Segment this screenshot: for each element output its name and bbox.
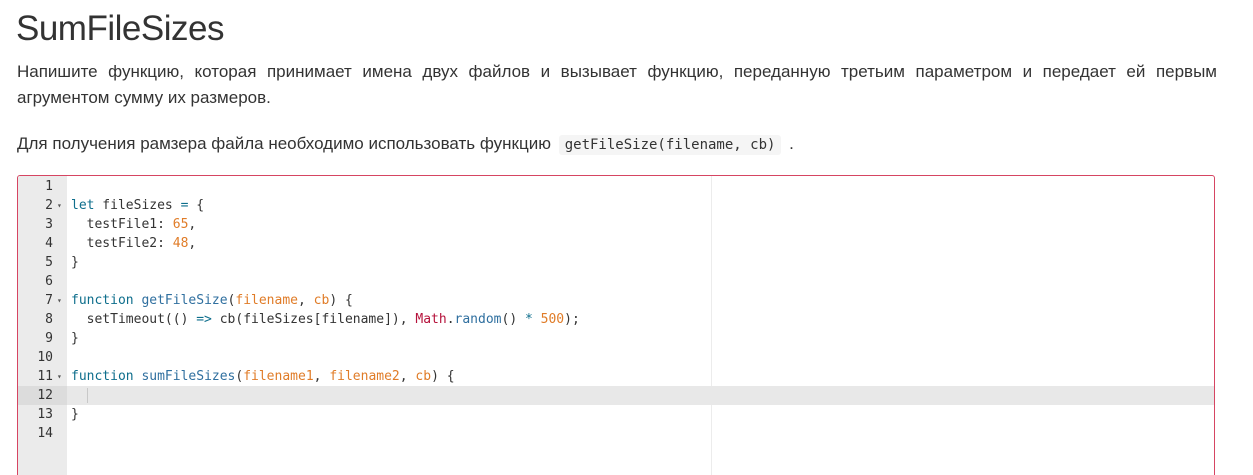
hint-text: Для получения рамзера файла необходимо и… bbox=[17, 134, 551, 153]
line-number: 4 bbox=[45, 236, 53, 251]
code-token: function bbox=[71, 369, 134, 384]
code-line[interactable]: 1 bbox=[18, 177, 1214, 196]
code-token: testFile2: bbox=[71, 236, 173, 251]
code-line[interactable]: 9} bbox=[18, 329, 1214, 348]
line-number: 6 bbox=[45, 274, 53, 289]
code-text: } bbox=[71, 253, 79, 272]
line-number: 1 bbox=[45, 179, 53, 194]
line-number: 3 bbox=[45, 217, 53, 232]
code-text: function sumFileSizes(filename1, filenam… bbox=[71, 367, 455, 386]
code-token: filename2 bbox=[329, 369, 400, 384]
code-token: let bbox=[71, 198, 95, 213]
line-number: 14 bbox=[37, 426, 53, 441]
code-text: testFile2: 48, bbox=[71, 234, 197, 253]
code-token: ) { bbox=[329, 293, 353, 308]
fold-arrow-icon[interactable]: ▾ bbox=[57, 291, 62, 310]
code-token: filename1 bbox=[243, 369, 314, 384]
hint-end: . bbox=[789, 134, 794, 153]
line-number: 2 bbox=[45, 198, 53, 213]
code-token: } bbox=[71, 331, 79, 346]
code-token: } bbox=[71, 255, 79, 270]
code-token: * bbox=[524, 312, 533, 327]
code-editor[interactable]: 1 2 ▾ let fileSizes = {3 testFile1: 65, 4 te… bbox=[17, 175, 1215, 475]
code-line[interactable]: 13} bbox=[18, 405, 1214, 424]
fold-arrow-icon[interactable]: ▾ bbox=[57, 367, 62, 386]
code-token: cb bbox=[415, 369, 432, 384]
line-number: 7 bbox=[45, 293, 53, 308]
code-token: , bbox=[188, 236, 197, 251]
code-text bbox=[71, 386, 87, 405]
text-cursor bbox=[87, 388, 88, 403]
code-token: cb bbox=[313, 293, 330, 308]
task-description: Напишите функцию, которая принимает имен… bbox=[17, 62, 1217, 107]
task-hint: Для получения рамзера файла необходимо и… bbox=[17, 131, 794, 158]
page-title: SumFileSizes bbox=[16, 9, 224, 48]
code-text: setTimeout(() => cb(fileSizes[filename])… bbox=[71, 310, 580, 329]
code-line[interactable]: 4 testFile2: 48, bbox=[18, 234, 1214, 253]
code-token: setTimeout(() bbox=[71, 312, 197, 327]
code-token: { bbox=[188, 198, 205, 213]
code-line[interactable]: 8 setTimeout(() => cb(fileSizes[filename… bbox=[18, 310, 1214, 329]
code-line[interactable]: 14 bbox=[18, 424, 1214, 443]
code-token: function bbox=[71, 293, 134, 308]
code-line[interactable]: 5} bbox=[18, 253, 1214, 272]
code-text: let fileSizes = { bbox=[71, 196, 204, 215]
code-token: ) { bbox=[431, 369, 455, 384]
code-token: random bbox=[454, 312, 502, 327]
code-line[interactable]: 10 bbox=[18, 348, 1214, 367]
code-token: . bbox=[446, 312, 455, 327]
code-line[interactable]: 7 ▾ function getFileSize(filename, cb) { bbox=[18, 291, 1214, 310]
code-token: sumFileSizes bbox=[141, 369, 236, 384]
fold-arrow-icon[interactable]: ▾ bbox=[57, 196, 62, 215]
code-token: , bbox=[188, 217, 197, 232]
code-token: ); bbox=[564, 312, 580, 327]
code-token: 65 bbox=[172, 217, 189, 232]
code-token: } bbox=[71, 407, 79, 422]
code-line[interactable]: 12 bbox=[18, 386, 1214, 405]
code-token: , bbox=[399, 369, 416, 384]
code-token: , bbox=[298, 293, 314, 308]
code-token: testFile1: bbox=[71, 217, 173, 232]
code-token: filename bbox=[235, 293, 298, 308]
inline-code: getFileSize(filename, cb) bbox=[558, 135, 782, 155]
code-token: fileSizes bbox=[94, 198, 181, 213]
code-text: testFile1: 65, bbox=[71, 215, 197, 234]
code-text: } bbox=[71, 405, 79, 424]
line-number: 12 bbox=[37, 388, 53, 403]
code-line[interactable]: 11 ▾ function sumFileSizes(filename1, file… bbox=[18, 367, 1214, 386]
code-text: function getFileSize(filename, cb) { bbox=[71, 291, 353, 310]
line-number: 9 bbox=[45, 331, 53, 346]
line-number: 11 bbox=[37, 369, 53, 384]
line-number: 5 bbox=[45, 255, 53, 270]
line-number: 13 bbox=[37, 407, 53, 422]
code-token: getFileSize bbox=[141, 293, 228, 308]
code-line[interactable]: 2 ▾ let fileSizes = { bbox=[18, 196, 1214, 215]
code-token: 500 bbox=[540, 312, 565, 327]
code-line[interactable]: 6 bbox=[18, 272, 1214, 291]
line-number: 10 bbox=[37, 350, 53, 365]
code-token: , bbox=[313, 369, 330, 384]
code-token: () bbox=[501, 312, 525, 327]
code-token: Math bbox=[415, 312, 447, 327]
code-text: } bbox=[71, 329, 79, 348]
code-token: => bbox=[196, 312, 212, 327]
code-token: 48 bbox=[172, 236, 189, 251]
code-line[interactable]: 3 testFile1: 65, bbox=[18, 215, 1214, 234]
line-number: 8 bbox=[45, 312, 53, 327]
code-token: cb(fileSizes[filename]), bbox=[211, 312, 416, 327]
